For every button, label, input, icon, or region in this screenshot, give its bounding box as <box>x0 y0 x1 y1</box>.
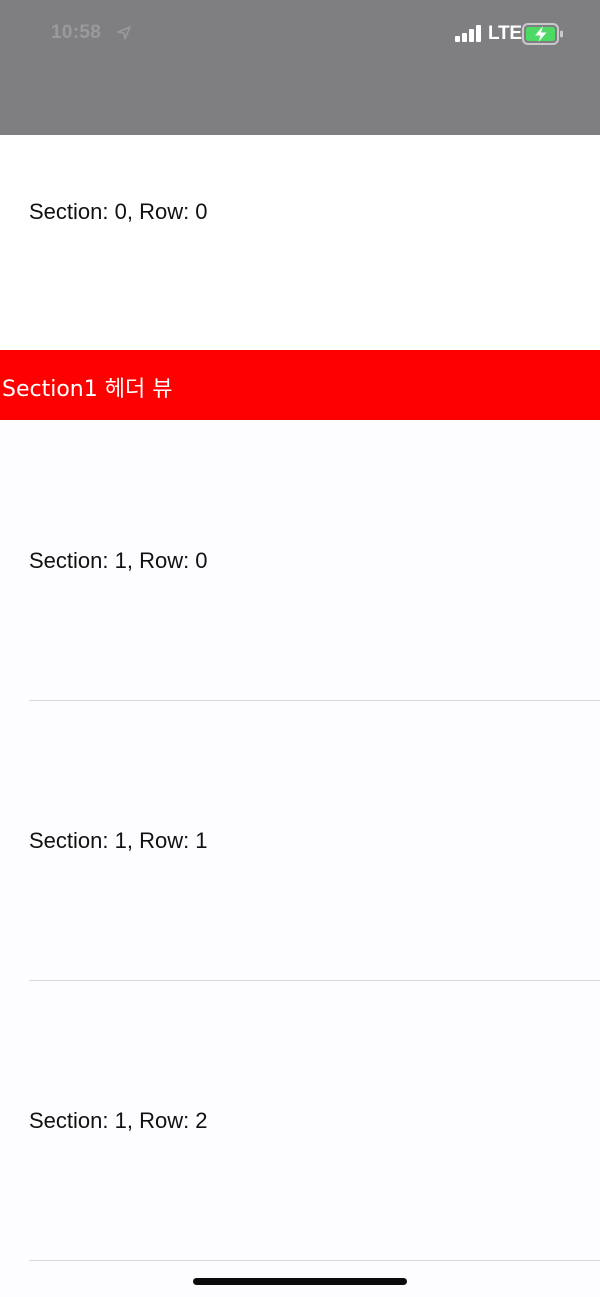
status-bar: 10:58 LTE <box>0 0 600 135</box>
cell-title: Section: 1, Row: 0 <box>29 548 208 573</box>
row-separator <box>29 1260 600 1261</box>
table-row[interactable]: Section: 1, Row: 2 <box>0 981 600 1260</box>
home-indicator[interactable] <box>193 1278 407 1285</box>
table-row[interactable]: Section: 1, Row: 1 <box>0 701 600 980</box>
cell-title: Section: 0, Row: 0 <box>29 199 208 224</box>
table-row[interactable]: Section: 1, Row: 0 <box>0 420 600 700</box>
cellular-signal-icon <box>455 25 481 42</box>
cell-title: Section: 1, Row: 1 <box>29 828 208 853</box>
section-header: Section1 헤더 뷰 <box>0 350 600 420</box>
cell-title: Section: 1, Row: 2 <box>29 1108 208 1133</box>
battery-charging-icon <box>522 23 563 45</box>
network-type-label: LTE <box>488 23 522 44</box>
section-header-title: Section1 헤더 뷰 <box>2 377 173 402</box>
location-arrow-icon <box>117 26 131 40</box>
status-time: 10:58 <box>51 22 102 43</box>
table-row[interactable]: Section: 0, Row: 0 <box>0 135 600 350</box>
